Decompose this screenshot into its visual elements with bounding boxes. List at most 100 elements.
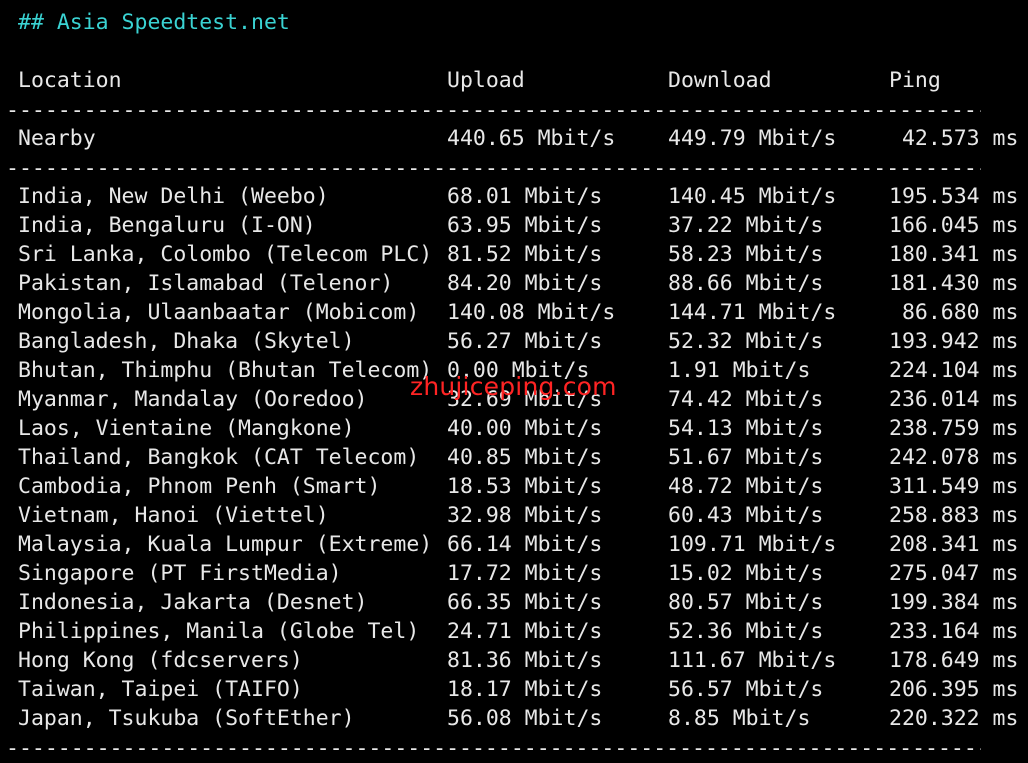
separator-bottom: ----------------------------------------… (6, 736, 981, 761)
table-row: Mongolia, Ulaanbaatar (Mobicom) 140.08 Mb… (18, 298, 1018, 327)
separator-top: ----------------------------------------… (6, 98, 981, 123)
nearby-row: Nearby 440.65 Mbit/s 449.79 Mbit/s 42.57… (18, 124, 1018, 153)
row-location: Laos, Vientaine (Mangkone) (18, 416, 355, 441)
row-download: 88.66 Mbit/s (668, 271, 824, 296)
table-row: Bangladesh, Dhaka (Skytel) 56.27 Mbit/s 52… (18, 327, 1018, 356)
row-upload: 68.01 Mbit/s (447, 184, 603, 209)
table-row: Sri Lanka, Colombo (Telecom PLC) 81.52 Mb… (18, 240, 1018, 269)
row-download: 52.32 Mbit/s (668, 329, 824, 354)
row-upload: 24.71 Mbit/s (447, 619, 603, 644)
row-ping: 233.164 ms (889, 619, 1019, 644)
separator-middle: ----------------------------------------… (6, 156, 981, 181)
row-ping: 208.341 ms (889, 532, 1019, 557)
row-upload: 18.53 Mbit/s (447, 474, 603, 499)
row-location: Cambodia, Phnom Penh (Smart) (18, 474, 381, 499)
row-ping: 258.883 ms (889, 503, 1019, 528)
table-row: Cambodia, Phnom Penh (Smart) 18.53 Mbit/s… (18, 472, 1018, 501)
row-ping: 195.534 ms (889, 184, 1019, 209)
row-download: 74.42 Mbit/s (668, 387, 824, 412)
row-download: 144.71 Mbit/s (668, 300, 837, 325)
row-download: 51.67 Mbit/s (668, 445, 824, 470)
table-row: Taiwan, Taipei (TAIFO) 18.17 Mbit/s 56.57 … (18, 675, 1018, 704)
table-row: Hong Kong (fdcservers) 81.36 Mbit/s 111.67… (18, 646, 1018, 675)
row-download: 54.13 Mbit/s (668, 416, 824, 441)
section-heading: ## Asia Speedtest.net (18, 10, 290, 35)
table-row: Laos, Vientaine (Mangkone) 40.00 Mbit/s 54… (18, 414, 1018, 443)
row-location: Pakistan, Islamabad (Telenor) (18, 271, 394, 296)
row-location: Indonesia, Jakarta (Desnet) (18, 590, 368, 615)
table-row: Malaysia, Kuala Lumpur (Extreme) 66.14 Mb… (18, 530, 1018, 559)
row-ping: 311.549 ms (889, 474, 1019, 499)
row-location: Bangladesh, Dhaka (Skytel) (18, 329, 355, 354)
row-ping: 242.078 ms (889, 445, 1019, 470)
row-download: 52.36 Mbit/s (668, 619, 824, 644)
row-ping: 224.104 ms (889, 358, 1019, 383)
row-download: 1.91 Mbit/s (668, 358, 811, 383)
row-ping: 178.649 ms (889, 648, 1019, 673)
row-location: Hong Kong (fdcservers) (18, 648, 303, 673)
table-row: Philippines, Manila (Globe Tel) 24.71 Mbi… (18, 617, 1018, 646)
table-row: India, Bengaluru (I-ON) 63.95 Mbit/s 37.22… (18, 211, 1018, 240)
row-ping: 199.384 ms (889, 590, 1019, 615)
row-location: Taiwan, Taipei (TAIFO) (18, 677, 303, 702)
row-upload: 40.00 Mbit/s (447, 416, 603, 441)
row-upload: 66.35 Mbit/s (447, 590, 603, 615)
row-location: Thailand, Bangkok (CAT Telecom) (18, 445, 420, 470)
row-location: Japan, Tsukuba (SoftEther) (18, 706, 355, 731)
table-header: Location Upload Download Ping (18, 66, 1018, 95)
column-header-ping: Ping (889, 68, 941, 93)
nearby-download: 449.79 Mbit/s (668, 126, 837, 151)
row-ping: 236.014 ms (889, 387, 1019, 412)
row-download: 48.72 Mbit/s (668, 474, 824, 499)
row-location: Mongolia, Ulaanbaatar (Mobicom) (18, 300, 420, 325)
column-header-location: Location (18, 68, 122, 93)
row-upload: 63.95 Mbit/s (447, 213, 603, 238)
column-header-upload: Upload (447, 68, 525, 93)
nearby-upload: 440.65 Mbit/s (447, 126, 616, 151)
row-download: 15.02 Mbit/s (668, 561, 824, 586)
row-download: 109.71 Mbit/s (668, 532, 837, 557)
row-download: 37.22 Mbit/s (668, 213, 824, 238)
table-row: Indonesia, Jakarta (Desnet) 66.35 Mbit/s 8… (18, 588, 1018, 617)
table-row: Pakistan, Islamabad (Telenor) 84.20 Mbit/… (18, 269, 1018, 298)
row-location: Bhutan, Thimphu (Bhutan Telecom) (18, 358, 433, 383)
watermark-text: zhujiceping.com (410, 372, 617, 401)
row-upload: 40.85 Mbit/s (447, 445, 603, 470)
row-location: Malaysia, Kuala Lumpur (Extreme) (18, 532, 433, 557)
row-download: 80.57 Mbit/s (668, 590, 824, 615)
row-upload: 66.14 Mbit/s (447, 532, 603, 557)
row-download: 140.45 Mbit/s (668, 184, 837, 209)
table-row: Vietnam, Hanoi (Viettel) 32.98 Mbit/s 60.4… (18, 501, 1018, 530)
row-upload: 84.20 Mbit/s (447, 271, 603, 296)
row-location: Myanmar, Mandalay (Ooredoo) (18, 387, 368, 412)
row-download: 8.85 Mbit/s (668, 706, 811, 731)
row-upload: 56.27 Mbit/s (447, 329, 603, 354)
row-download: 111.67 Mbit/s (668, 648, 837, 673)
row-download: 58.23 Mbit/s (668, 242, 824, 267)
row-ping: 166.045 ms (889, 213, 1019, 238)
row-ping: 181.430 ms (889, 271, 1019, 296)
row-ping: 275.047 ms (889, 561, 1019, 586)
table-row: Thailand, Bangkok (CAT Telecom) 40.85 Mbi… (18, 443, 1018, 472)
column-header-download: Download (668, 68, 772, 93)
row-ping: 180.341 ms (889, 242, 1019, 267)
table-row: Singapore (PT FirstMedia) 17.72 Mbit/s 15.… (18, 559, 1018, 588)
row-location: India, Bengaluru (I-ON) (18, 213, 316, 238)
row-upload: 81.36 Mbit/s (447, 648, 603, 673)
row-ping: 220.322 ms (889, 706, 1019, 731)
table-row: Japan, Tsukuba (SoftEther) 56.08 Mbit/s 8.… (18, 704, 1018, 733)
row-ping: 206.395 ms (889, 677, 1019, 702)
row-ping: 193.942 ms (889, 329, 1019, 354)
row-upload: 56.08 Mbit/s (447, 706, 603, 731)
row-ping: 86.680 ms (889, 300, 1019, 325)
table-row: India, New Delhi (Weebo) 68.01 Mbit/s 140.… (18, 182, 1018, 211)
row-upload: 140.08 Mbit/s (447, 300, 616, 325)
row-ping: 238.759 ms (889, 416, 1019, 441)
row-download: 60.43 Mbit/s (668, 503, 824, 528)
nearby-location: Nearby (18, 126, 96, 151)
row-upload: 32.98 Mbit/s (447, 503, 603, 528)
row-upload: 17.72 Mbit/s (447, 561, 603, 586)
nearby-ping: 42.573 ms (889, 126, 1019, 151)
row-download: 56.57 Mbit/s (668, 677, 824, 702)
row-location: India, New Delhi (Weebo) (18, 184, 329, 209)
